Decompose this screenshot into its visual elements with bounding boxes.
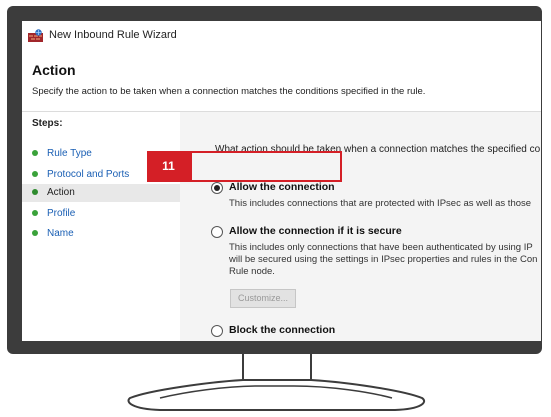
monitor-stand — [127, 354, 426, 411]
